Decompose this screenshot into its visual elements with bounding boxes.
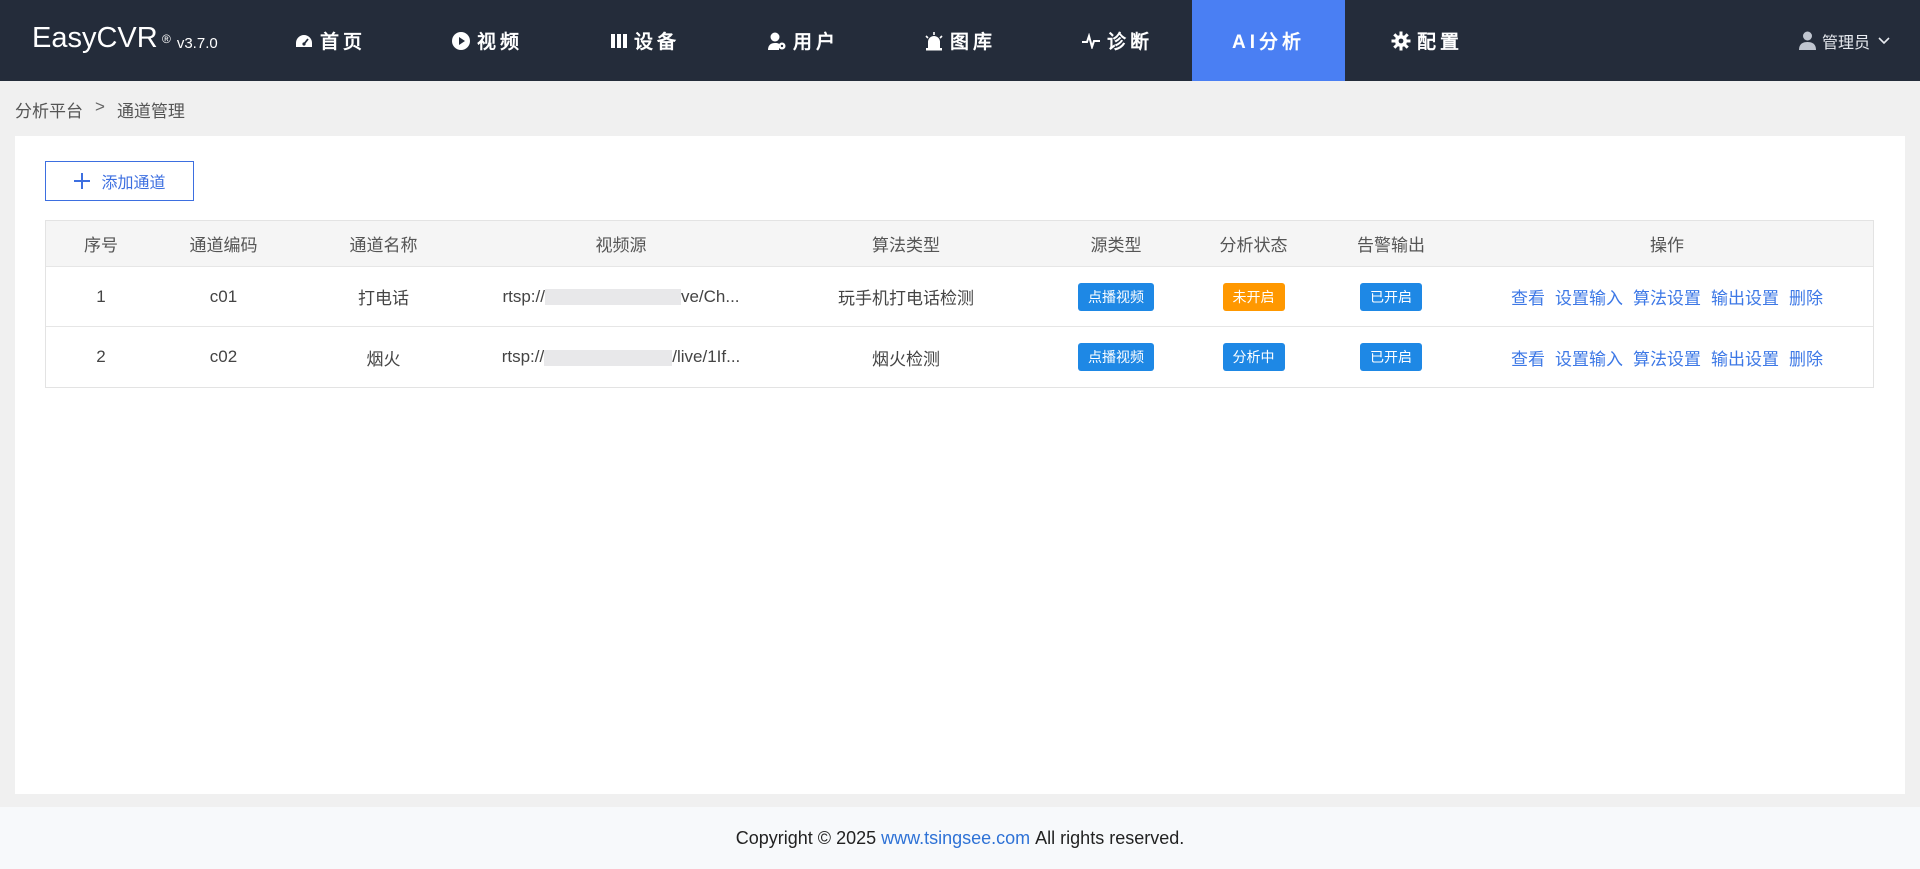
add-channel-button[interactable]: 添加通道 (45, 161, 194, 201)
top-nav-bar: EasyCVR ® v3.7.0 首页 视频 设备 用户 图库 诊断 AI分析 配… (0, 0, 1920, 81)
breadcrumb-separator: > (95, 97, 105, 116)
redacted-mask (544, 349, 673, 366)
cell-code: c01 (209, 286, 238, 306)
status-badge: 分析中 (1222, 343, 1285, 371)
table-header: 序号 通道编码 通道名称 视频源 算法类型 源类型 分析状态 告警输出 操作 (46, 221, 1873, 267)
source-prefix: rtsp:// (502, 286, 545, 306)
nav-device-label: 设备 (633, 32, 680, 53)
source-prefix: rtsp:// (501, 347, 545, 366)
cell-index: 2 (96, 347, 106, 366)
cell-actions: 查看 设置输入 算法设置 输出设置 删除 (1461, 345, 1873, 370)
registered-mark: ® (162, 32, 171, 46)
cell-source: rtsp:// ve/Ch... (476, 287, 766, 307)
user-avatar-icon (1798, 31, 1816, 50)
nav-device[interactable]: 设备 (590, 0, 700, 81)
cell-name: 烟火 (366, 349, 401, 369)
table-row: 1 c01 打电话 rtsp://ve/Ch... 玩手机打电话检测 点播视频 … (46, 267, 1873, 327)
user-menu[interactable]: 管理员 (1798, 0, 1896, 81)
input-settings-link[interactable]: 设置输入 (1555, 345, 1623, 370)
nav-gallery-label: 图库 (949, 32, 996, 53)
breadcrumb-parent[interactable]: 分析平台 (15, 97, 83, 122)
cell-algorithm: 烟火检测 (872, 349, 940, 369)
alarm-badge: 已开启 (1360, 343, 1422, 371)
nav-diagnosis-label: 诊断 (1106, 32, 1153, 53)
nav-user-label: 用户 (792, 32, 839, 53)
redacted-mask (544, 289, 681, 306)
column-header-code: 通道编码 (189, 236, 258, 255)
pulse-icon (1081, 32, 1100, 49)
play-circle-icon (451, 31, 470, 50)
user-gear-icon (767, 32, 786, 50)
nav-ai-analysis[interactable]: AI分析 (1192, 0, 1345, 81)
source-suffix: /live/1If... (672, 347, 741, 366)
nav-home-label: 首页 (319, 32, 366, 53)
footer: Copyright © 2025 www.tsingsee.com All ri… (0, 807, 1920, 869)
version-label: ® v3.7.0 (162, 32, 218, 52)
source-suffix: ve/Ch... (680, 286, 740, 306)
rights-text: All rights reserved. (1035, 827, 1185, 848)
device-icon (610, 33, 627, 48)
nav-video-label: 视频 (476, 32, 523, 53)
delete-link[interactable]: 删除 (1789, 345, 1823, 370)
source-type-badge: 点播视频 (1078, 282, 1154, 311)
chevron-down-icon (1878, 36, 1890, 44)
input-settings-link[interactable]: 设置输入 (1555, 284, 1623, 309)
output-settings-link[interactable]: 输出设置 (1711, 284, 1779, 309)
column-header-index: 序号 (84, 236, 118, 255)
content-panel: 添加通道 序号 通道编码 通道名称 视频源 算法类型 源类型 分析状态 告警输出… (15, 136, 1905, 794)
column-header-actions: 操作 (1650, 236, 1684, 255)
breadcrumb-current: 通道管理 (116, 102, 185, 121)
table-row: 2 c02 烟火 rtsp:// /live/1If... 烟火检测 点播视频 分… (46, 327, 1873, 387)
cell-actions: 查看 设置输入 算法设置 输出设置 删除 (1461, 284, 1873, 309)
column-header-status: 分析状态 (1219, 236, 1288, 255)
alarm-light-icon (925, 31, 943, 50)
nav-user[interactable]: 用户 (748, 0, 858, 81)
copyright-text: Copyright © 2025 (735, 827, 877, 848)
add-channel-label: 添加通道 (101, 175, 166, 192)
cell-algorithm: 玩手机打电话检测 (838, 289, 974, 308)
cell-code: c02 (209, 347, 238, 366)
algorithm-settings-link[interactable]: 算法设置 (1633, 284, 1701, 309)
nav-config-label: 配置 (1416, 32, 1463, 53)
breadcrumb: 分析平台 > 通道管理 (15, 97, 185, 122)
status-badge: 未开启 (1222, 282, 1285, 311)
user-name: 管理员 (1821, 34, 1870, 52)
nav-ai-analysis-label: AI分析 (1231, 32, 1305, 53)
column-header-source: 视频源 (595, 236, 647, 255)
nav-home[interactable]: 首页 (275, 0, 385, 81)
plus-icon (74, 173, 91, 189)
gear-icon (1391, 31, 1411, 50)
nav-config[interactable]: 配置 (1372, 0, 1482, 81)
output-settings-link[interactable]: 输出设置 (1711, 345, 1779, 370)
brand-logo: EasyCVR (32, 22, 158, 54)
cell-index: 1 (96, 286, 106, 306)
alarm-badge: 已开启 (1360, 282, 1422, 311)
cell-name: 打电话 (358, 289, 409, 308)
nav-diagnosis[interactable]: 诊断 (1062, 0, 1172, 81)
view-link[interactable]: 查看 (1511, 284, 1545, 309)
cell-source: rtsp:// /live/1If... (476, 347, 766, 367)
cell-status: 分析中 (1186, 343, 1321, 371)
cell-source-type: 点播视频 (1046, 343, 1186, 371)
source-type-badge: 点播视频 (1078, 343, 1154, 371)
dashboard-icon (295, 34, 312, 47)
column-header-name: 通道名称 (349, 236, 418, 255)
nav-gallery[interactable]: 图库 (905, 0, 1015, 81)
delete-link[interactable]: 删除 (1789, 284, 1823, 309)
algorithm-settings-link[interactable]: 算法设置 (1633, 345, 1701, 370)
view-link[interactable]: 查看 (1511, 345, 1545, 370)
column-header-alarm: 告警输出 (1357, 236, 1425, 255)
website-link[interactable]: www.tsingsee.com (881, 828, 1030, 849)
cell-status: 未开启 (1186, 282, 1321, 311)
version-text: v3.7.0 (176, 35, 218, 52)
nav-video[interactable]: 视频 (432, 0, 542, 81)
cell-alarm: 已开启 (1321, 282, 1461, 311)
column-header-source-type: 源类型 (1090, 236, 1142, 255)
cell-source-type: 点播视频 (1046, 282, 1186, 311)
column-header-algorithm: 算法类型 (872, 236, 940, 255)
cell-alarm: 已开启 (1321, 343, 1461, 371)
channel-table: 序号 通道编码 通道名称 视频源 算法类型 源类型 分析状态 告警输出 操作 1… (45, 220, 1874, 388)
